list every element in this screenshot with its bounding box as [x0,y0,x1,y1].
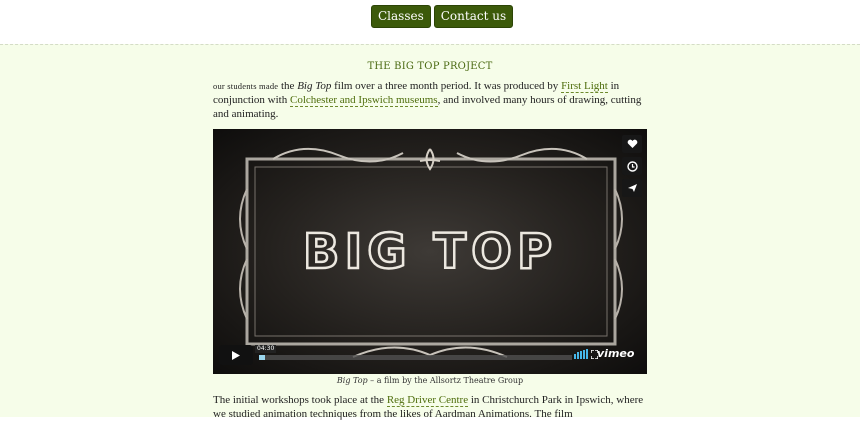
send-icon [627,184,637,192]
video-controls: 04:30 vimeo [219,343,641,367]
video-player[interactable]: BIG TOP 04:30 vimeo [213,129,647,374]
intro-text-1: the [278,80,298,92]
caption-text: – a film by the Allsortz Theatre Group [367,376,524,385]
video-frame-artwork: BIG TOP [239,147,623,358]
video-title-art: BIG TOP [303,224,557,280]
heart-icon [627,139,637,148]
time-badge: 04:30 [255,345,277,353]
main-nav: Classes Contact us [371,5,514,28]
intro-lead: our students made [213,81,279,91]
vimeo-logo[interactable]: vimeo [597,347,634,360]
intro-paragraph: our students made the Big Top film over … [213,79,653,121]
volume-control[interactable] [574,349,588,359]
clock-icon [626,160,638,172]
like-button[interactable] [622,135,642,153]
video-caption: Big Top – a film by the Allsortz Theatre… [213,376,647,385]
progress-bar[interactable] [259,355,572,360]
play-icon [232,350,240,360]
watch-later-button[interactable] [622,157,642,175]
top-bar: Classes Contact us [0,0,860,44]
play-button[interactable] [219,345,253,365]
caption-film-title: Big Top [336,376,368,385]
classes-button[interactable]: Classes [371,5,431,28]
progress-fill [259,355,266,360]
section-title: THE BIG TOP PROJECT [367,61,493,72]
main-content: THE BIG TOP PROJECT our students made th… [0,44,860,420]
workshops-paragraph: The initial workshops took place at the … [213,393,653,421]
museums-link[interactable]: Colchester and Ipswich museums [290,94,438,107]
contact-us-button[interactable]: Contact us [433,5,514,28]
reg-driver-centre-link[interactable]: Reg Driver Centre [386,394,469,407]
first-light-link[interactable]: First Light [561,80,608,93]
workshops-text-1: The initial workshops took place at the [213,394,387,406]
share-button[interactable] [622,179,642,197]
intro-text-2: film over a three month period. It was p… [331,80,562,92]
film-title: Big Top [297,80,332,92]
